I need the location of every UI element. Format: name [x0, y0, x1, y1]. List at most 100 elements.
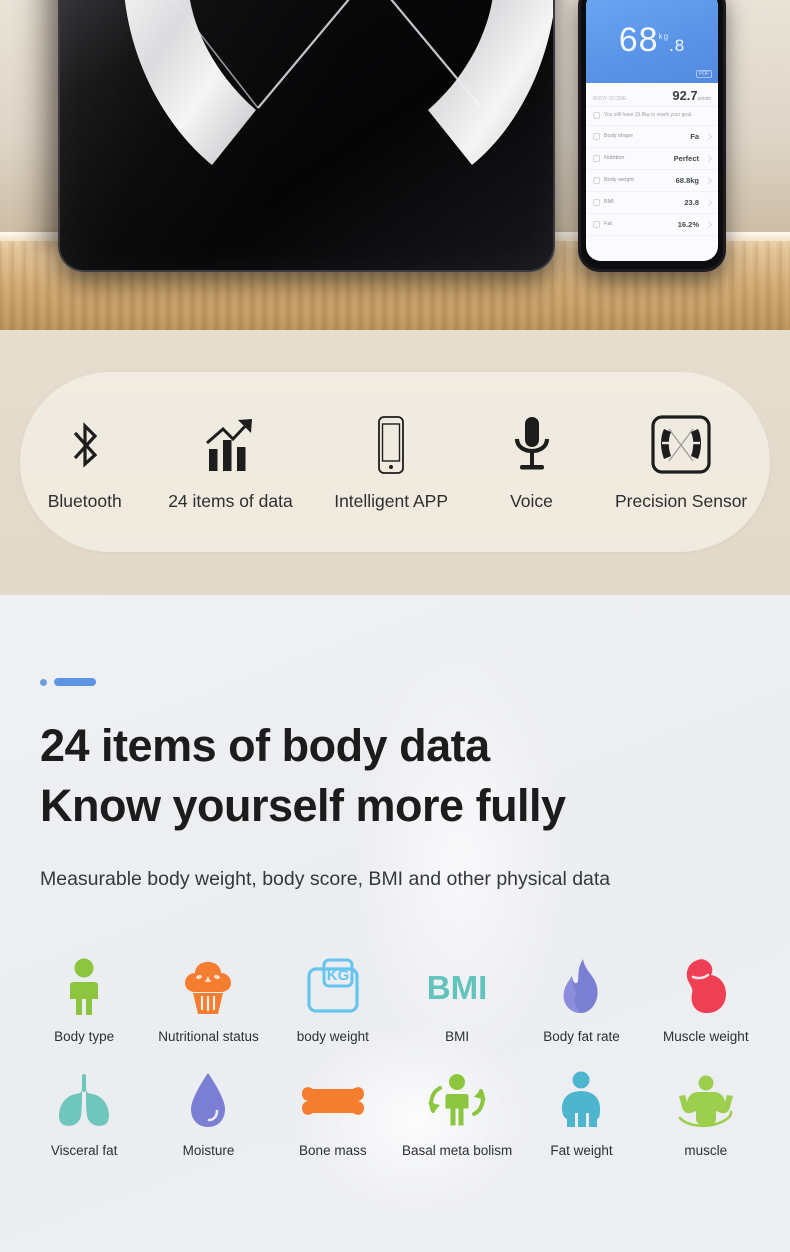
body-type-icon — [60, 955, 108, 1019]
feature-item-data[interactable]: 24 items of data — [168, 413, 293, 512]
page-title: 24 items of body data Know yourself more… — [40, 716, 760, 836]
body-score-value: 92.7points — [672, 88, 711, 103]
precision-sensor-icon — [650, 413, 712, 475]
metric-value: 16.2% — [677, 219, 699, 229]
bmi-text-icon: BMI — [414, 955, 500, 1019]
chevron-right-icon — [704, 176, 713, 184]
metric-item-muscle[interactable]: muscle — [644, 1069, 768, 1161]
metric-value: Perfect — [673, 153, 699, 163]
feature-label: Intelligent APP — [334, 490, 449, 511]
metric-item-body-fat-rate[interactable]: Body fat rate — [519, 955, 643, 1047]
metric-item-moisture[interactable]: Moisture — [146, 1069, 270, 1161]
metric-item-bmi[interactable]: BMI BMI — [395, 955, 519, 1047]
smartphone-mockup: 68kg.8 PDF BODY SCORE 92.7points You sti… — [578, 0, 726, 272]
metric-label: Body weight — [604, 177, 634, 183]
weight-unit: kg — [658, 31, 670, 41]
feature-item-app[interactable]: Intelligent APP — [334, 413, 448, 512]
feature-highlights-section: Bluetooth 24 items of data Intelligent A… — [0, 330, 790, 595]
phone-metric-row[interactable]: Body shape Fa — [586, 126, 718, 148]
metabolism-icon — [424, 1069, 490, 1133]
goal-icon — [593, 112, 600, 119]
metric-item-fat-weight[interactable]: Fat weight — [519, 1069, 643, 1161]
feature-item-sensor[interactable]: Precision Sensor — [615, 413, 747, 512]
feature-label: Bluetooth — [47, 490, 122, 511]
phone-pdf-badge[interactable]: PDF — [696, 70, 712, 78]
metric-label: Nutritional status — [158, 1029, 259, 1044]
muscle-figure-icon — [672, 1069, 740, 1133]
nutrition-icon — [593, 154, 600, 162]
microphone-icon — [509, 413, 555, 475]
water-drop-icon — [186, 1069, 230, 1133]
feature-label: Precision Sensor — [614, 490, 748, 511]
phone-body-score-row: BODY SCORE 92.7points — [586, 83, 718, 107]
accent-marker — [40, 678, 96, 686]
bluetooth-icon — [62, 413, 108, 475]
metric-label: Basal meta bolism — [402, 1142, 513, 1158]
feature-list: Bluetooth 24 items of data Intelligent A… — [0, 372, 790, 552]
metric-label: Visceral fat — [50, 1142, 118, 1158]
fat-weight-icon — [555, 1069, 607, 1133]
body-score-label: BODY SCORE — [593, 96, 627, 102]
metric-item-bone-mass[interactable]: Bone mass — [271, 1069, 395, 1161]
product-detail-page: 68kg.8 PDF BODY SCORE 92.7points You sti… — [0, 0, 790, 1252]
bicep-icon — [678, 955, 734, 1019]
metric-label: Body fat rate — [543, 1029, 620, 1044]
feature-item-voice[interactable]: Voice — [490, 413, 574, 512]
metric-value: Fa — [690, 131, 699, 141]
page-subtitle: Measurable body weight, body score, BMI … — [40, 868, 611, 890]
headline-line-2: Know yourself more fully — [40, 779, 566, 831]
chevron-right-icon — [704, 198, 713, 206]
metric-value: 23.8 — [684, 197, 699, 207]
feature-label: Voice — [510, 490, 553, 511]
feature-item-bluetooth[interactable]: Bluetooth — [43, 413, 127, 512]
fat-icon — [593, 220, 600, 228]
metric-item-body-type[interactable]: Body type — [22, 955, 146, 1047]
flame-icon — [555, 955, 607, 1019]
phone-metric-row[interactable]: BMI 23.8 — [586, 192, 718, 214]
scale-glass-reflection — [60, 0, 553, 270]
cupcake-icon — [180, 955, 236, 1019]
metric-label: Bone mass — [299, 1142, 367, 1158]
weight-whole: 68 — [618, 21, 659, 59]
body-score-unit: points — [697, 96, 711, 102]
metric-label: Fat weight — [550, 1142, 613, 1158]
metric-item-muscle-weight[interactable]: Muscle weight — [644, 955, 768, 1047]
phone-metric-row[interactable]: Nutrition Perfect — [586, 148, 718, 170]
phone-metric-row[interactable]: Body weight 68.8kg — [586, 170, 718, 192]
chevron-right-icon — [704, 154, 713, 162]
chevron-right-icon — [704, 132, 713, 140]
phone-weight-display: 68kg.8 — [586, 21, 718, 60]
kg-scale-icon: KG — [304, 955, 362, 1019]
metric-item-visceral-fat[interactable]: Visceral fat — [22, 1069, 146, 1161]
svg-text:KG: KG — [327, 967, 350, 984]
body-fat-scale — [58, 0, 555, 272]
metric-label: Moisture — [182, 1142, 235, 1158]
body-weight-icon — [593, 176, 600, 184]
headline-line-1: 24 items of body data — [40, 720, 490, 771]
metric-label: Body type — [54, 1029, 115, 1044]
body-metrics-grid: Body type Nutritional status KG body wei… — [0, 955, 790, 1160]
metric-label: Muscle weight — [663, 1029, 749, 1044]
chevron-right-icon — [704, 220, 713, 228]
metric-label: body weight — [296, 1029, 369, 1044]
phone-weight-header: 68kg.8 PDF — [586, 0, 718, 83]
metric-label: BMI — [445, 1029, 470, 1044]
hero-product-photo: 68kg.8 PDF BODY SCORE 92.7points You sti… — [0, 0, 790, 330]
feature-label: 24 items of data — [168, 490, 293, 511]
metric-label: BMI — [604, 199, 614, 205]
phone-goal-row: You still have 15.8kg to reach your goal… — [586, 107, 718, 126]
accent-bar — [54, 678, 96, 686]
metric-item-nutritional-status[interactable]: Nutritional status — [146, 955, 270, 1047]
accent-dot — [40, 678, 47, 686]
phone-metric-row[interactable]: Fat 16.2% — [586, 214, 718, 236]
metrics-row-2: Visceral fat Moisture Bone mass Basal me… — [0, 1069, 790, 1161]
metric-label: muscle — [684, 1142, 728, 1158]
svg-text:BMI: BMI — [427, 969, 488, 1006]
smartphone-icon — [371, 413, 411, 475]
metric-item-basal-metabolism[interactable]: Basal meta bolism — [395, 1069, 519, 1161]
metric-item-body-weight[interactable]: KG body weight — [271, 955, 395, 1047]
phone-app-screen: 68kg.8 PDF BODY SCORE 92.7points You sti… — [586, 0, 718, 261]
goal-text: You still have 15.8kg to reach your goal… — [604, 112, 693, 118]
weight-decimal: .8 — [669, 36, 686, 55]
metric-label: Fat — [604, 221, 612, 227]
